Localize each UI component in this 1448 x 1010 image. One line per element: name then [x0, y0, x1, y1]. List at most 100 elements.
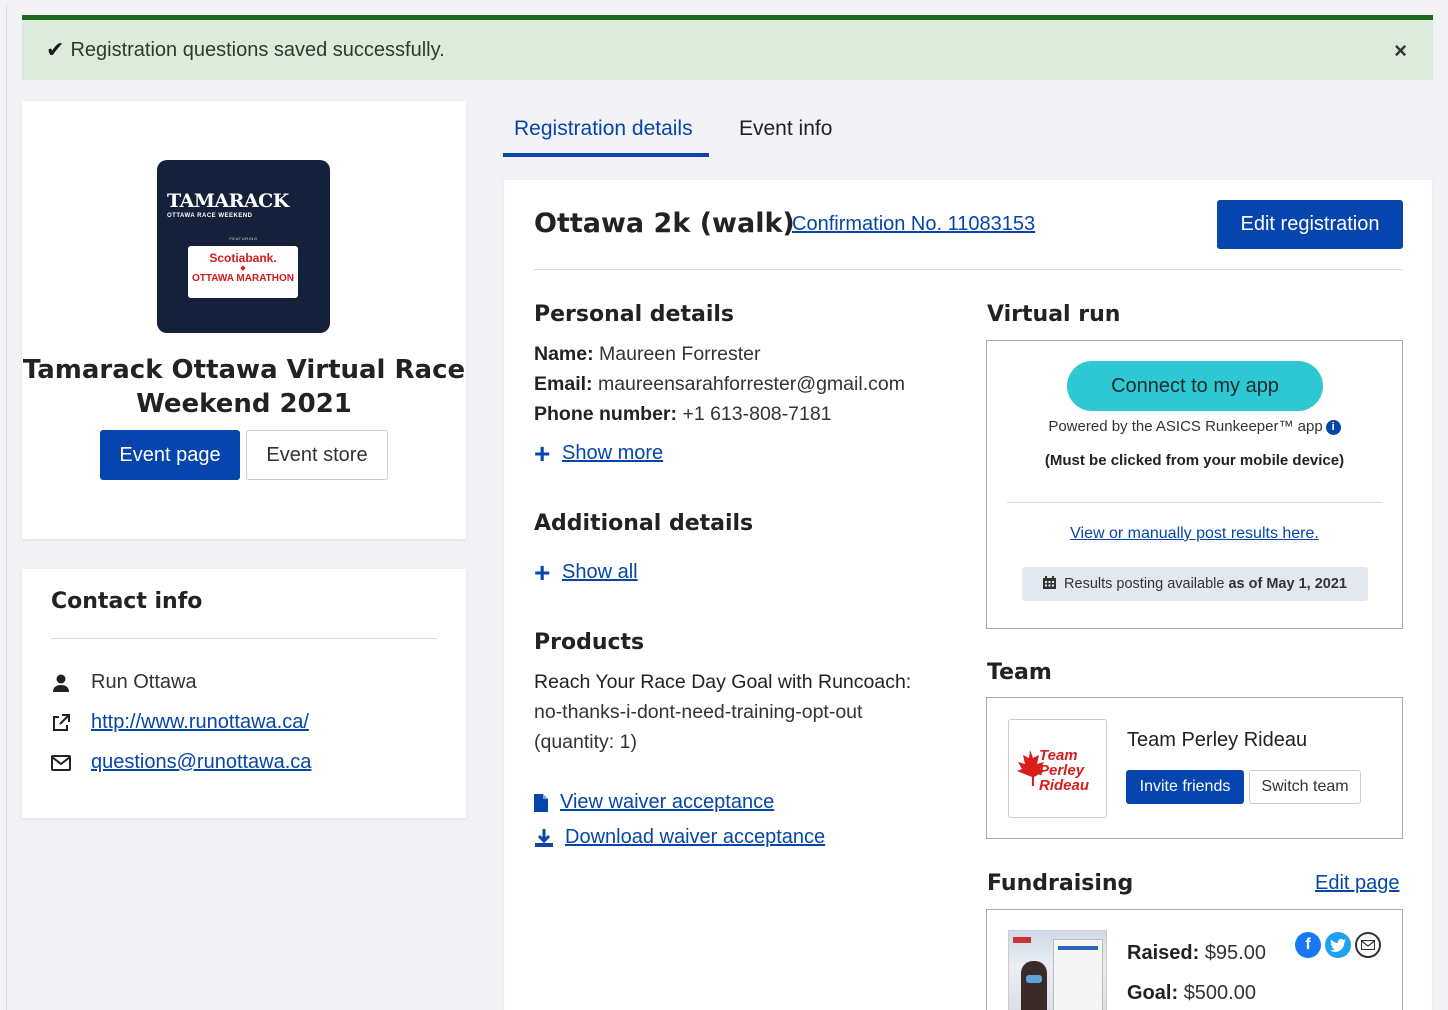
invite-friends-button[interactable]: Invite friends: [1126, 770, 1244, 804]
twitter-icon[interactable]: [1325, 932, 1351, 958]
alert-message: Registration questions saved successfull…: [70, 38, 445, 61]
product-value: no-thanks-i-dont-need-training-opt-out: [534, 701, 863, 723]
event-logo: TAMARACK OTTAWA RACE WEEKEND FEATURING S…: [157, 160, 330, 333]
email-share-icon[interactable]: [1355, 932, 1381, 958]
fundraising-box: Raised: $95.00 Goal: $500.00 f: [986, 909, 1403, 1010]
checkmark-icon: ✔: [46, 37, 65, 62]
contact-website-link[interactable]: http://www.runottawa.ca/: [91, 711, 309, 734]
products-heading: Products: [534, 630, 645, 655]
success-alert: ✔ Registration questions saved successfu…: [22, 15, 1433, 80]
photo-detail: [1013, 937, 1031, 943]
raised-label: Raised:: [1127, 942, 1200, 964]
contact-email-link[interactable]: questions@runottawa.ca: [91, 751, 311, 774]
divider: [534, 269, 1403, 270]
phone-line: Phone number: +1 613-808-7181: [534, 403, 832, 426]
goal-label: Goal:: [1127, 982, 1179, 1004]
event-page-button[interactable]: Event page: [100, 430, 240, 480]
view-waiver-label[interactable]: View waiver acceptance: [560, 791, 774, 814]
virtual-run-heading: Virtual run: [987, 302, 1121, 327]
calendar-icon: [1043, 576, 1057, 592]
name-value: Maureen Forrester: [599, 343, 761, 365]
powered-by-text: Powered by the ASICS Runkeeper™ app i: [987, 418, 1402, 435]
contact-name-row: Run Ottawa: [51, 671, 197, 694]
active-tab-indicator: [503, 153, 709, 157]
logo-featuring: FEATURING: [229, 236, 258, 241]
event-title: Tamarack Ottawa Virtual Race Weekend 202…: [22, 355, 466, 419]
raised-line: Raised: $95.00: [1127, 942, 1266, 965]
marathon-name: OTTAWA MARATHON: [191, 273, 295, 284]
share-icons: f: [1295, 932, 1381, 958]
fundraiser-photo: [1008, 930, 1107, 1010]
mobile-notice: (Must be clicked from your mobile device…: [1044, 452, 1345, 469]
virtual-run-box: Connect to my app Powered by the ASICS R…: [986, 340, 1403, 629]
connect-app-button[interactable]: Connect to my app: [1067, 361, 1323, 411]
show-all-label[interactable]: Show all: [562, 561, 638, 584]
view-waiver-link[interactable]: View waiver acceptance: [534, 791, 774, 814]
sponsor-badge: Scotiabank. ◆ OTTAWA MARATHON: [188, 246, 298, 298]
team-name: Team Perley Rideau: [1127, 729, 1308, 751]
tab-registration-details[interactable]: Registration details: [514, 117, 693, 141]
additional-details-heading: Additional details: [534, 511, 754, 536]
fundraising-heading: Fundraising: [987, 871, 1134, 896]
raised-value: $95.00: [1204, 942, 1266, 964]
contact-card: Contact info Run Ottawa http://www.runot…: [22, 569, 466, 818]
edit-page-link[interactable]: Edit page: [1315, 872, 1400, 895]
facebook-icon[interactable]: f: [1295, 932, 1321, 958]
email-line: Email: maureensarahforrester@gmail.com: [534, 373, 905, 396]
document-icon: [534, 793, 560, 812]
view-results-wrap: View or manually post results here.: [987, 525, 1402, 543]
results-prefix: Results posting available: [1064, 576, 1225, 592]
registration-title: Ottawa 2k (walk): [534, 208, 795, 239]
team-heading: Team: [987, 660, 1052, 685]
results-availability-pill: Results posting available as of May 1, 2…: [1022, 567, 1368, 601]
show-more-link[interactable]: + Show more: [534, 437, 663, 469]
logo-brand: TAMARACK: [167, 190, 289, 212]
download-icon: [534, 828, 565, 848]
name-line: Name: Maureen Forrester: [534, 343, 761, 366]
sponsor-name: Scotiabank.: [209, 251, 277, 265]
personal-details-heading: Personal details: [534, 302, 735, 327]
photo-mask: [1026, 975, 1042, 983]
external-link-icon: [51, 713, 91, 733]
product-quantity: (quantity: 1): [534, 731, 637, 753]
event-store-button[interactable]: Event store: [246, 430, 388, 480]
close-icon[interactable]: ×: [1394, 38, 1407, 64]
contact-email-row: questions@runottawa.ca: [51, 751, 311, 774]
download-waiver-label[interactable]: Download waiver acceptance: [565, 826, 825, 849]
switch-team-button[interactable]: Switch team: [1249, 770, 1361, 804]
show-more-label[interactable]: Show more: [562, 442, 663, 465]
goal-line: Goal: $500.00: [1127, 982, 1256, 1005]
envelope-icon: [51, 754, 91, 771]
photo-person: [1021, 961, 1047, 1010]
team-logo: Team Perley Rideau: [1008, 719, 1107, 818]
event-card: TAMARACK OTTAWA RACE WEEKEND FEATURING S…: [22, 101, 466, 539]
plus-icon: +: [534, 556, 551, 588]
info-icon[interactable]: i: [1325, 420, 1341, 435]
phone-value: +1 613-808-7181: [682, 403, 832, 425]
divider: [51, 638, 437, 639]
results-date: as of May 1, 2021: [1228, 576, 1347, 592]
plus-icon: +: [534, 437, 551, 469]
person-icon: [51, 673, 91, 693]
maple-leaf-icon: ◆: [240, 265, 246, 272]
download-waiver-link[interactable]: Download waiver acceptance: [534, 826, 825, 849]
goal-value: $500.00: [1183, 982, 1256, 1004]
photo-poster: [1053, 939, 1103, 1010]
phone-label: Phone number:: [534, 403, 678, 425]
contact-heading: Contact info: [51, 589, 203, 614]
email-value: maureensarahforrester@gmail.com: [597, 373, 905, 395]
logo-sub: OTTAWA RACE WEEKEND: [167, 213, 253, 219]
tab-event-info[interactable]: Event info: [739, 117, 832, 141]
divider: [1007, 502, 1382, 503]
name-label: Name:: [534, 343, 594, 365]
edit-registration-button[interactable]: Edit registration: [1217, 200, 1403, 249]
email-label: Email:: [534, 373, 593, 395]
show-all-link[interactable]: + Show all: [534, 556, 638, 588]
view-results-link[interactable]: View or manually post results here.: [1070, 525, 1319, 542]
team-box: Team Perley Rideau Team Perley Rideau Invi…: [986, 697, 1403, 839]
contact-name: Run Ottawa: [91, 671, 197, 693]
powered-label: Powered by the ASICS Runkeeper™ app: [1048, 418, 1323, 435]
confirmation-link[interactable]: Confirmation No. 11083153: [792, 213, 1035, 236]
registration-card: Ottawa 2k (walk) Confirmation No. 110831…: [504, 180, 1432, 1010]
team-logo-text: Team Perley Rideau: [1039, 747, 1090, 794]
